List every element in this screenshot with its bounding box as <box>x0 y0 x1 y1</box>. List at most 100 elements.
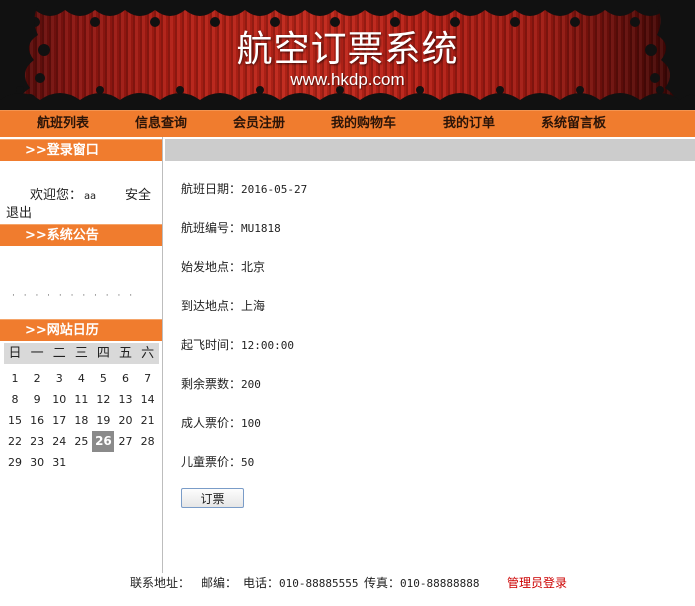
notice-marquee: · · · · · · · · · · · <box>12 291 136 301</box>
flight-date-value: 2016-05-27 <box>241 183 308 196</box>
footer-fax: 传真：010-88888888 <box>364 574 480 591</box>
calendar-day[interactable]: 10 <box>48 389 70 410</box>
calendar-day[interactable]: 16 <box>26 410 48 431</box>
logout-link-part1[interactable]: 安全 <box>125 184 151 203</box>
calendar-day[interactable]: 28 <box>137 431 159 452</box>
calendar-day[interactable]: 21 <box>137 410 159 431</box>
admin-login-link[interactable]: 管理员登录 <box>507 574 567 591</box>
destination-value: 上海 <box>241 299 266 313</box>
adult-price-value: 100 <box>241 417 261 430</box>
nav-info-query[interactable]: 信息查询 <box>135 111 187 138</box>
page-footer: 联系地址： 邮编： 电话：010-88885555 传真：010-8888888… <box>0 574 695 594</box>
calendar-days: 1 2 3 4 5 6 7 8 9 10 11 12 13 14 15 16 17 18 19 20 21 22 23 24 2… <box>4 368 159 473</box>
calendar-day[interactable]: 3 <box>48 368 70 389</box>
nav-message-board[interactable]: 系统留言板 <box>541 111 606 138</box>
book-ticket-button[interactable]: 订票 <box>181 488 244 508</box>
nav-shopping-cart[interactable]: 我的购物车 <box>331 111 396 138</box>
calendar-empty-cell <box>114 452 136 473</box>
nav-flight-list[interactable]: 航班列表 <box>37 111 89 138</box>
calendar-empty-cell <box>92 452 114 473</box>
weekday-sat: 六 <box>141 346 155 361</box>
calendar-day[interactable]: 13 <box>114 389 136 410</box>
calendar-day[interactable]: 30 <box>26 452 48 473</box>
flight-number-value: MU1818 <box>241 222 281 235</box>
notice-panel-title: >>系统公告 <box>0 224 162 246</box>
weekday-fri: 五 <box>119 346 133 361</box>
weekday-mon: 一 <box>30 346 44 361</box>
calendar-day[interactable]: 5 <box>92 368 114 389</box>
calendar-day[interactable]: 6 <box>114 368 136 389</box>
calendar-day[interactable]: 20 <box>114 410 136 431</box>
calendar-week-row: 8 9 10 11 12 13 14 <box>4 389 159 410</box>
calendar-day[interactable]: 11 <box>70 389 92 410</box>
remaining-seats-label: 剩余票数： <box>181 377 242 391</box>
left-sidebar: >>登录窗口 欢迎您： aa 安全 退出 >>系统公告 · · · · · · ·… <box>0 137 163 573</box>
calendar-day[interactable]: 25 <box>70 431 92 452</box>
flight-date-label: 航班日期： <box>181 182 242 196</box>
calendar-week-row: 29 30 31 <box>4 452 159 473</box>
welcome-text: 欢迎您： aa <box>30 184 96 203</box>
site-url: www.hkdp.com <box>290 70 405 89</box>
departure-time-value: 12:00:00 <box>241 339 294 352</box>
calendar-day[interactable]: 4 <box>70 368 92 389</box>
site-calendar: 日 一 二 三 四 五 六 1 2 3 4 5 6 7 8 9 10 11 12 13 14 15 16 17 1… <box>4 343 159 473</box>
flight-number-row: 航班编号：MU1818 <box>181 219 281 236</box>
calendar-day[interactable]: 17 <box>48 410 70 431</box>
content-header-bar <box>165 139 695 161</box>
calendar-day[interactable]: 8 <box>4 389 26 410</box>
calendar-day[interactable]: 24 <box>48 431 70 452</box>
nav-member-register[interactable]: 会员注册 <box>233 111 285 138</box>
calendar-day[interactable]: 14 <box>137 389 159 410</box>
nav-my-orders[interactable]: 我的订单 <box>443 111 495 138</box>
calendar-day[interactable]: 9 <box>26 389 48 410</box>
calendar-day[interactable]: 1 <box>4 368 26 389</box>
flight-date-row: 航班日期：2016-05-27 <box>181 180 307 197</box>
child-price-value: 50 <box>241 456 255 469</box>
weekday-sun: 日 <box>8 346 22 361</box>
footer-fax-value: 010-88888888 <box>400 577 480 590</box>
calendar-day[interactable]: 7 <box>137 368 159 389</box>
departure-time-label: 起飞时间： <box>181 338 242 352</box>
adult-price-row: 成人票价：100 <box>181 414 261 431</box>
main-nav: 航班列表 信息查询 会员注册 我的购物车 我的订单 系统留言板 <box>0 110 695 137</box>
calendar-day[interactable]: 29 <box>4 452 26 473</box>
origin-row: 始发地点：北京 <box>181 258 265 275</box>
adult-price-label: 成人票价： <box>181 416 242 430</box>
username: aa <box>84 191 97 202</box>
login-panel-title: >>登录窗口 <box>0 139 162 161</box>
footer-zip-label: 邮编： <box>201 576 238 590</box>
calendar-week-row: 22 23 24 25 26 27 28 <box>4 431 159 452</box>
child-price-label: 儿童票价： <box>181 455 242 469</box>
calendar-day[interactable]: 23 <box>26 431 48 452</box>
footer-address-label: 联系地址： <box>130 576 191 590</box>
origin-label: 始发地点： <box>181 260 242 274</box>
site-title: 航空订票系统 <box>236 29 459 70</box>
footer-phone: 电话：010-88885555 <box>243 574 359 591</box>
calendar-day-today[interactable]: 26 <box>92 431 115 452</box>
destination-label: 到达地点： <box>181 299 242 313</box>
remaining-seats-value: 200 <box>241 378 261 391</box>
origin-value: 北京 <box>241 260 266 274</box>
departure-time-row: 起飞时间：12:00:00 <box>181 336 294 353</box>
calendar-week-row: 1234567 <box>4 368 159 389</box>
calendar-empty-cell <box>137 452 159 473</box>
weekday-tue: 二 <box>52 346 66 361</box>
flight-number-label: 航班编号： <box>181 221 242 235</box>
calendar-day[interactable]: 15 <box>4 410 26 431</box>
footer-phone-value: 010-88885555 <box>279 577 359 590</box>
calendar-empty-cell <box>70 452 92 473</box>
welcome-label: 欢迎您： <box>30 188 83 203</box>
weekday-thu: 四 <box>96 346 110 361</box>
calendar-day[interactable]: 27 <box>114 431 136 452</box>
calendar-day[interactable]: 19 <box>92 410 114 431</box>
calendar-day[interactable]: 22 <box>4 431 26 452</box>
calendar-day[interactable]: 12 <box>92 389 114 410</box>
weekday-wed: 三 <box>74 346 88 361</box>
calendar-day[interactable]: 18 <box>70 410 92 431</box>
logout-link-part2[interactable]: 退出 <box>6 202 32 221</box>
footer-phone-label: 电话： <box>243 576 280 590</box>
calendar-day[interactable]: 2 <box>26 368 48 389</box>
calendar-panel-title: >>网站日历 <box>0 319 162 341</box>
site-banner: 航空订票系统 www.hkdp.com <box>0 0 695 110</box>
calendar-day[interactable]: 31 <box>48 452 70 473</box>
